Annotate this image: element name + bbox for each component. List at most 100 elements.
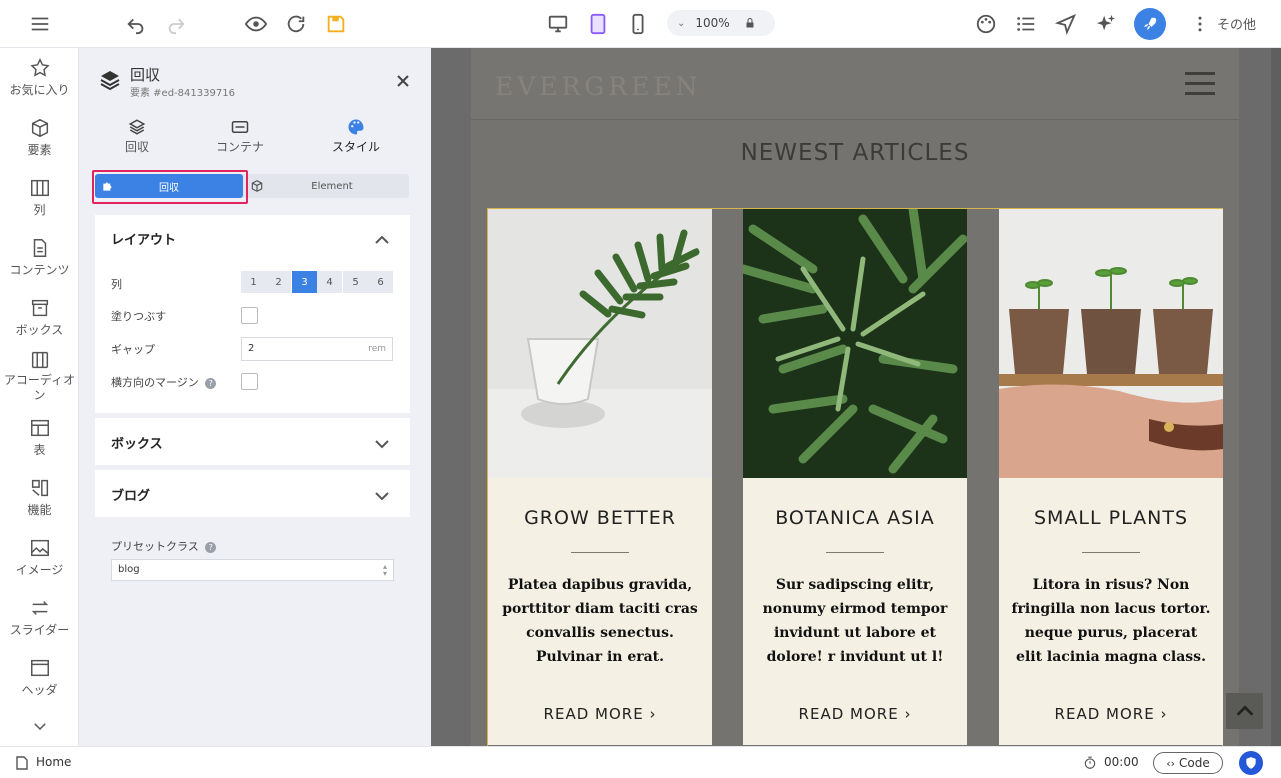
nav-label: 機能	[27, 503, 52, 517]
properties-panel: 回収 要素 #ed-841339716 回収 コンテナ スタイル 回収 Elem…	[79, 48, 431, 746]
nav-header[interactable]: ヘッダ	[0, 657, 79, 698]
site-logo[interactable]: EVERGREEN	[495, 72, 702, 101]
post-title[interactable]: SMALL PLANTS	[999, 507, 1223, 529]
more-menu-label[interactable]: その他	[1217, 14, 1256, 33]
post-excerpt: Platea dapibus gravida, porttitor diam t…	[502, 577, 698, 665]
highlight-box	[92, 170, 248, 204]
column-option-4[interactable]: 4	[317, 271, 342, 293]
code-button[interactable]: ‹› Code	[1153, 752, 1223, 774]
chevron-up-icon	[1236, 705, 1253, 716]
layout-heading[interactable]: レイアウト	[111, 229, 176, 248]
help-icon[interactable]: ?	[205, 378, 217, 389]
header-icon	[30, 659, 49, 677]
segment-element-button[interactable]: Element	[255, 174, 409, 198]
nav-label: 表	[33, 443, 46, 457]
tab-label: スタイル	[331, 140, 380, 154]
nav-image[interactable]: イメージ	[0, 537, 79, 578]
element-library-sidebar: お気に入り 要素 列 コンテンツ ボックス アコーディオン 表 機能 イメージ …	[0, 48, 79, 746]
margin-label-text: 横方向のマージン	[111, 376, 199, 389]
ai-sparkle-icon[interactable]	[1092, 0, 1120, 48]
box-section[interactable]: ボックス	[95, 418, 410, 465]
column-option-2[interactable]: 2	[266, 271, 291, 293]
menu-bar[interactable]	[1185, 82, 1215, 85]
nav-favorites[interactable]: お気に入り	[0, 57, 79, 98]
nav-features[interactable]: 機能	[0, 477, 79, 518]
horizontal-margin-checkbox[interactable]	[241, 373, 258, 390]
post-excerpt: Sur sadipscing elitr, nonumy eirmod temp…	[762, 577, 948, 665]
redo-icon[interactable]	[162, 0, 190, 48]
chevron-up-icon[interactable]	[374, 233, 390, 245]
cube-icon	[31, 118, 48, 138]
columns-icon	[30, 179, 49, 197]
column-option-6[interactable]: 6	[368, 271, 393, 293]
post-title[interactable]: GROW BETTER	[488, 507, 712, 529]
section-title: NEWEST ARTICLES	[740, 140, 970, 166]
tab-collection[interactable]: 回収	[87, 118, 187, 155]
nav-slider[interactable]: スライダー	[0, 597, 79, 638]
nav-columns[interactable]: 列	[0, 177, 79, 218]
post-image-fern-glass[interactable]	[488, 209, 712, 478]
post-title[interactable]: BOTANICA ASIA	[743, 507, 967, 529]
refresh-icon[interactable]	[282, 0, 310, 48]
layout-section: レイアウト 列 1 2 3 4 5 6 塗りつぶす ギャップ 2 rem 横方向…	[95, 215, 410, 413]
undo-icon[interactable]	[122, 0, 150, 48]
nav-label: 要素	[27, 143, 52, 157]
post-image-palm-leaves[interactable]	[743, 209, 967, 478]
help-icon[interactable]: ?	[205, 542, 217, 553]
layers-icon	[128, 119, 146, 135]
save-icon[interactable]	[322, 0, 350, 48]
navigate-icon[interactable]	[1052, 0, 1080, 48]
gap-input[interactable]: 2 rem	[241, 337, 393, 361]
tab-style[interactable]: スタイル	[306, 118, 406, 155]
zoom-control[interactable]: ⌄ 100%	[667, 10, 775, 36]
nav-content[interactable]: コンテンツ	[0, 237, 79, 278]
palette-icon	[348, 119, 364, 135]
close-icon[interactable]	[396, 74, 410, 88]
shield-icon[interactable]	[1239, 751, 1263, 775]
box-heading: ボックス	[111, 437, 163, 452]
list-icon[interactable]	[1012, 0, 1040, 48]
code-brackets-icon: ‹›	[1166, 756, 1176, 770]
nav-elements[interactable]: 要素	[0, 117, 79, 158]
blog-section[interactable]: ブログ	[95, 470, 410, 517]
column-option-5[interactable]: 5	[343, 271, 368, 293]
menu-bar[interactable]	[1185, 72, 1215, 75]
read-more-link[interactable]: READ MORE ›	[743, 705, 967, 723]
preset-class-select[interactable]: blog ▴ ▾	[111, 559, 394, 581]
palette-icon[interactable]	[972, 0, 1000, 48]
preview-eye-icon[interactable]	[242, 0, 270, 48]
column-option-3[interactable]: 3	[292, 271, 317, 293]
tab-container[interactable]: コンテナ	[190, 118, 290, 155]
lock-icon[interactable]	[744, 17, 756, 29]
fill-checkbox[interactable]	[241, 307, 258, 324]
read-more-link[interactable]: READ MORE ›	[488, 705, 712, 723]
more-vertical-icon[interactable]	[1190, 0, 1210, 48]
chevron-down-icon	[375, 492, 389, 501]
nav-accordion[interactable]: アコーディオン	[0, 349, 79, 403]
scroll-to-top-button[interactable]	[1226, 693, 1263, 729]
canvas-scrollbar[interactable]	[1271, 48, 1281, 746]
column-option-1[interactable]: 1	[241, 271, 266, 293]
preset-value: blog	[118, 564, 140, 575]
table-icon	[30, 419, 49, 437]
desktop-view-icon[interactable]	[544, 0, 572, 48]
select-arrows-icon: ▴ ▾	[382, 562, 387, 578]
tablet-view-icon[interactable]	[584, 0, 612, 48]
segment-label: Element	[311, 180, 353, 192]
gap-value: 2	[248, 343, 255, 354]
mobile-view-icon[interactable]	[624, 0, 652, 48]
blog-post-card[interactable]: GROW BETTER Platea dapibus gravida, port…	[488, 209, 712, 745]
hamburger-menu-icon[interactable]	[26, 0, 54, 48]
nav-scroll-down[interactable]	[0, 717, 79, 737]
menu-bar[interactable]	[1185, 92, 1215, 95]
read-more-link[interactable]: READ MORE ›	[999, 705, 1223, 723]
nav-label: お気に入り	[9, 83, 70, 97]
site-header[interactable]: EVERGREEN	[471, 48, 1239, 120]
current-page-label[interactable]: Home	[36, 755, 71, 769]
publish-rocket-icon[interactable]	[1134, 8, 1166, 40]
blog-post-card[interactable]: SMALL PLANTS Litora in risus? Non fringi…	[999, 209, 1223, 745]
nav-box[interactable]: ボックス	[0, 297, 79, 338]
post-image-seedling-pots[interactable]	[999, 209, 1223, 478]
blog-post-card[interactable]: BOTANICA ASIA Sur sadipscing elitr, nonu…	[743, 209, 967, 745]
nav-table[interactable]: 表	[0, 417, 79, 458]
